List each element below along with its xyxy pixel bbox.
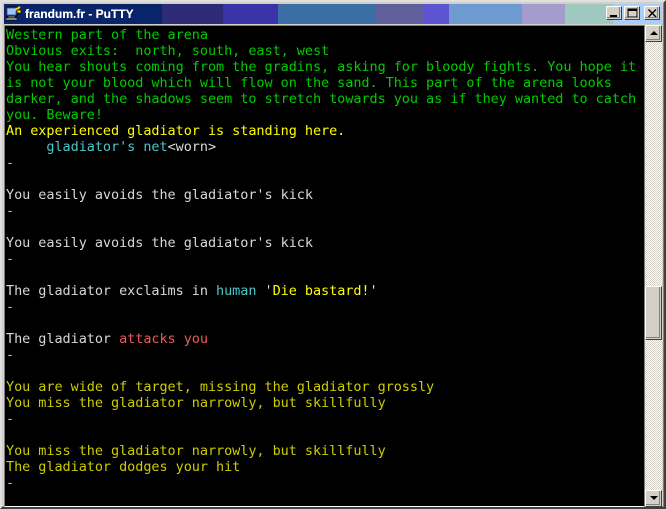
terminal-text-span: - xyxy=(6,155,15,171)
terminal-text-span: - xyxy=(6,203,15,219)
terminal-line: An experienced gladiator is standing her… xyxy=(6,123,645,139)
scroll-down-arrow-icon[interactable] xyxy=(645,490,662,507)
terminal-text-span: is not your blood which will flow on the… xyxy=(6,75,612,91)
window-inner-frame: frandum.fr - PuTTY Western part of the a… xyxy=(2,2,664,507)
terminal-text-span: - xyxy=(6,251,15,267)
terminal-line: is not your blood which will flow on the… xyxy=(6,75,645,91)
up-triangle-icon xyxy=(649,30,658,35)
terminal-text-span: An experienced gladiator is standing her… xyxy=(6,123,346,139)
window-title: frandum.fr - PuTTY xyxy=(25,7,134,21)
window-controls xyxy=(606,6,660,20)
terminal-text-span: - xyxy=(6,347,15,363)
terminal-text-span: The gladiator dodges your hit xyxy=(6,459,241,475)
terminal-line: - xyxy=(6,299,645,315)
terminal-line: - xyxy=(6,251,645,267)
terminal-line: - xyxy=(6,203,645,219)
terminal-line: - xyxy=(6,347,645,363)
terminal-line: You miss the gladiator narrowly, but ski… xyxy=(6,395,645,411)
terminal-line: Western part of the arena xyxy=(6,27,645,43)
terminal-text-span: You miss the gladiator narrowly, but ski… xyxy=(6,395,386,411)
terminal-line: you. Beware! xyxy=(6,107,645,123)
terminal-text-span: <worn> xyxy=(167,139,217,155)
minimize-button[interactable] xyxy=(606,6,622,20)
terminal-text-span: You are wide of target, missing the glad… xyxy=(6,379,435,395)
terminal-text-span: human xyxy=(216,283,257,299)
terminal-line: The gladiator exclaims in human 'Die bas… xyxy=(6,283,645,299)
terminal-line: You miss the gladiator narrowly, but ski… xyxy=(6,443,645,459)
terminal-text-span: You easily avoids the gladiator's kick xyxy=(6,187,313,203)
terminal-text-span: Western part of the arena xyxy=(6,27,208,43)
terminal-text-span: gladiator's net xyxy=(6,139,168,155)
putty-window: frandum.fr - PuTTY Western part of the a… xyxy=(0,0,666,509)
terminal-text-span: The gladiator xyxy=(6,331,120,347)
terminal-line: - xyxy=(6,155,645,171)
terminal-line: You easily avoids the gladiator's kick xyxy=(6,235,645,251)
terminal-area[interactable]: Western part of the arena Obvious exits: … xyxy=(4,25,662,507)
maximize-button[interactable] xyxy=(624,6,640,20)
terminal-text-span: Die bastard!' xyxy=(272,283,378,299)
terminal-line: darker, and the shadows seem to stretch … xyxy=(6,91,645,107)
terminal-line: Obvious exits: north, south, east, west xyxy=(6,43,645,59)
terminal-text-span: ' xyxy=(256,283,273,299)
terminal-scrollbar[interactable] xyxy=(644,25,662,507)
down-triangle-icon xyxy=(649,495,658,500)
terminal-text-span: - xyxy=(6,411,15,427)
putty-icon xyxy=(5,6,22,22)
terminal-text-span: attacks you xyxy=(119,331,208,347)
terminal-text-span: darker, and the shadows seem to stretch … xyxy=(6,91,637,107)
title-bar[interactable]: frandum.fr - PuTTY xyxy=(4,4,662,24)
terminal-line: - xyxy=(6,475,645,491)
terminal-line: - xyxy=(6,411,645,427)
scrollbar-thumb[interactable] xyxy=(645,286,662,340)
terminal-text-span: You miss the gladiator narrowly, but ski… xyxy=(6,443,386,459)
terminal-text-span: - xyxy=(6,299,15,315)
close-button[interactable] xyxy=(644,6,660,20)
terminal-text-span: You hear shouts coming from the gradins,… xyxy=(6,59,637,75)
terminal-line: The gladiator attacks you xyxy=(6,331,645,347)
scroll-up-arrow-icon[interactable] xyxy=(645,25,662,42)
terminal-text-span: You easily avoids the gladiator's kick xyxy=(6,235,313,251)
terminal-text-span: The gladiator exclaims in xyxy=(6,283,217,299)
terminal-line: You are wide of target, missing the glad… xyxy=(6,379,645,395)
terminal-text-span: - xyxy=(6,475,15,491)
terminal-line: gladiator's net<worn> xyxy=(6,139,645,155)
terminal-text-span: you. Beware! xyxy=(6,107,103,123)
terminal-line: You easily avoids the gladiator's kick xyxy=(6,187,645,203)
terminal-line: You hear shouts coming from the gradins,… xyxy=(6,59,645,75)
terminal-text-span: Obvious exits: north, south, east, west xyxy=(6,43,330,59)
terminal-line: The gladiator dodges your hit xyxy=(6,459,645,475)
terminal-text[interactable]: Western part of the arena Obvious exits: … xyxy=(5,27,645,506)
